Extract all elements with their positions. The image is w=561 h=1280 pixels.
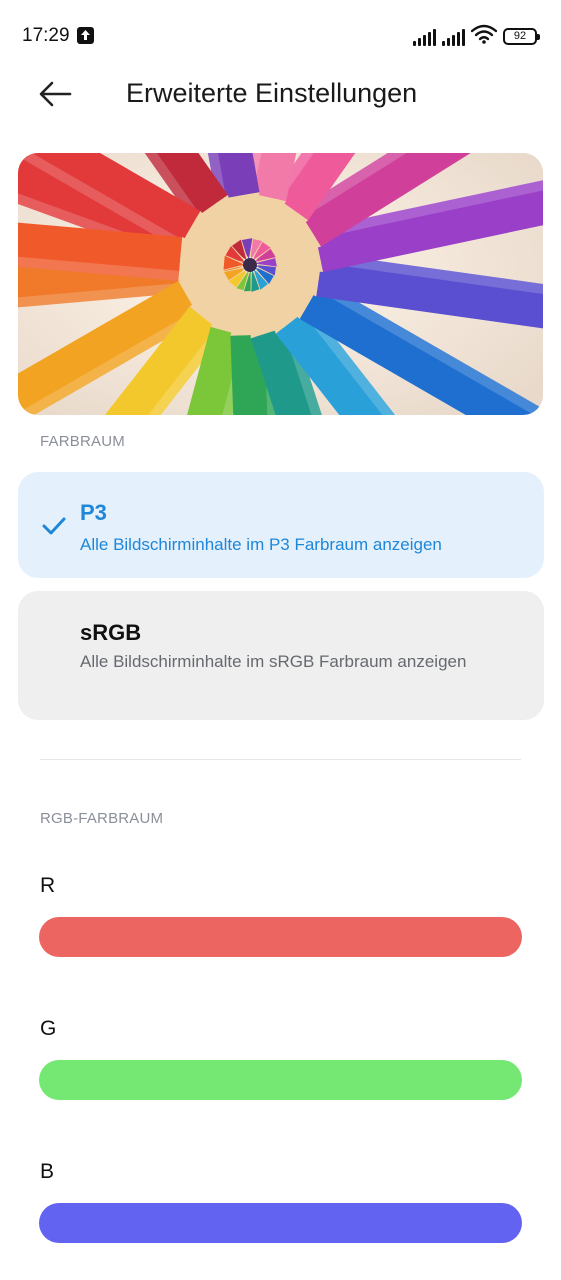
green-channel-slider[interactable] [39, 1060, 522, 1100]
red-channel-slider[interactable] [39, 917, 522, 957]
blue-channel-slider[interactable] [39, 1203, 522, 1243]
channel-label-r: R [40, 874, 56, 897]
header: Erweiterte Einstellungen [0, 70, 561, 120]
option-title: P3 [80, 500, 107, 525]
checkmark-icon [42, 517, 66, 535]
signal-icon [413, 28, 436, 46]
signal-icon [442, 28, 465, 46]
channel-label-b: B [40, 1160, 55, 1183]
upload-notification-icon [77, 27, 94, 44]
battery-icon: 92 [503, 28, 540, 45]
option-description: Alle Bildschirminhalte im sRGB Farbraum … [80, 652, 467, 671]
wifi-icon [470, 24, 498, 49]
back-arrow-icon [39, 81, 72, 107]
page-title: Erweiterte Einstellungen [126, 78, 418, 108]
option-srgb[interactable]: sRGB Alle Bildschirminhalte im sRGB Farb… [18, 591, 544, 720]
status-bar: 17:29 92 [0, 0, 561, 70]
option-p3[interactable]: P3 Alle Bildschirminhalte im P3 Farbraum… [18, 472, 544, 578]
status-time: 17:29 [22, 25, 70, 46]
color-pencils-image [18, 153, 543, 415]
color-space-section-label: FARBRAUM [40, 433, 125, 450]
option-description: Alle Bildschirminhalte im P3 Farbraum an… [80, 535, 442, 554]
battery-level: 92 [513, 30, 527, 42]
option-title: sRGB [80, 620, 142, 645]
divider [40, 759, 521, 760]
status-icons: 92 [413, 24, 540, 49]
channel-label-g: G [40, 1017, 57, 1040]
rgb-section-label: RGB-FARBRAUM [40, 810, 164, 827]
back-button[interactable] [34, 74, 78, 114]
